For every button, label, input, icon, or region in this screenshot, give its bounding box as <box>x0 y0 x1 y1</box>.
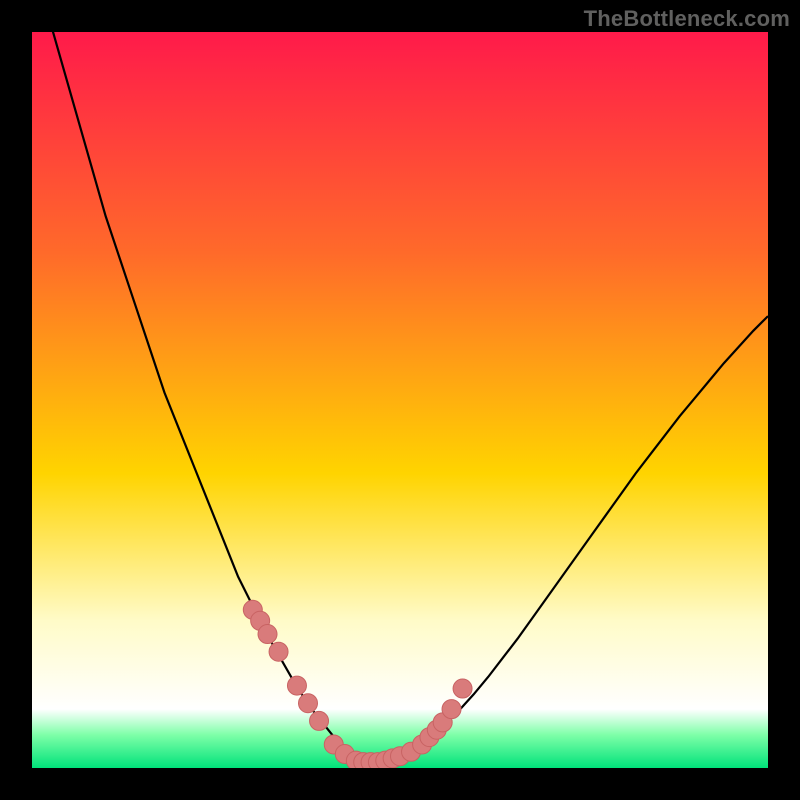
curve-marker <box>258 625 277 644</box>
plot-area <box>32 32 768 768</box>
watermark-text: TheBottleneck.com <box>584 6 790 32</box>
curve-marker <box>299 694 318 713</box>
bottleneck-curve-chart <box>32 32 768 768</box>
gradient-background <box>32 32 768 768</box>
curve-marker <box>287 676 306 695</box>
curve-marker <box>310 711 329 730</box>
curve-marker <box>442 700 461 719</box>
curve-marker <box>453 679 472 698</box>
curve-marker <box>269 642 288 661</box>
chart-frame: TheBottleneck.com <box>0 0 800 800</box>
